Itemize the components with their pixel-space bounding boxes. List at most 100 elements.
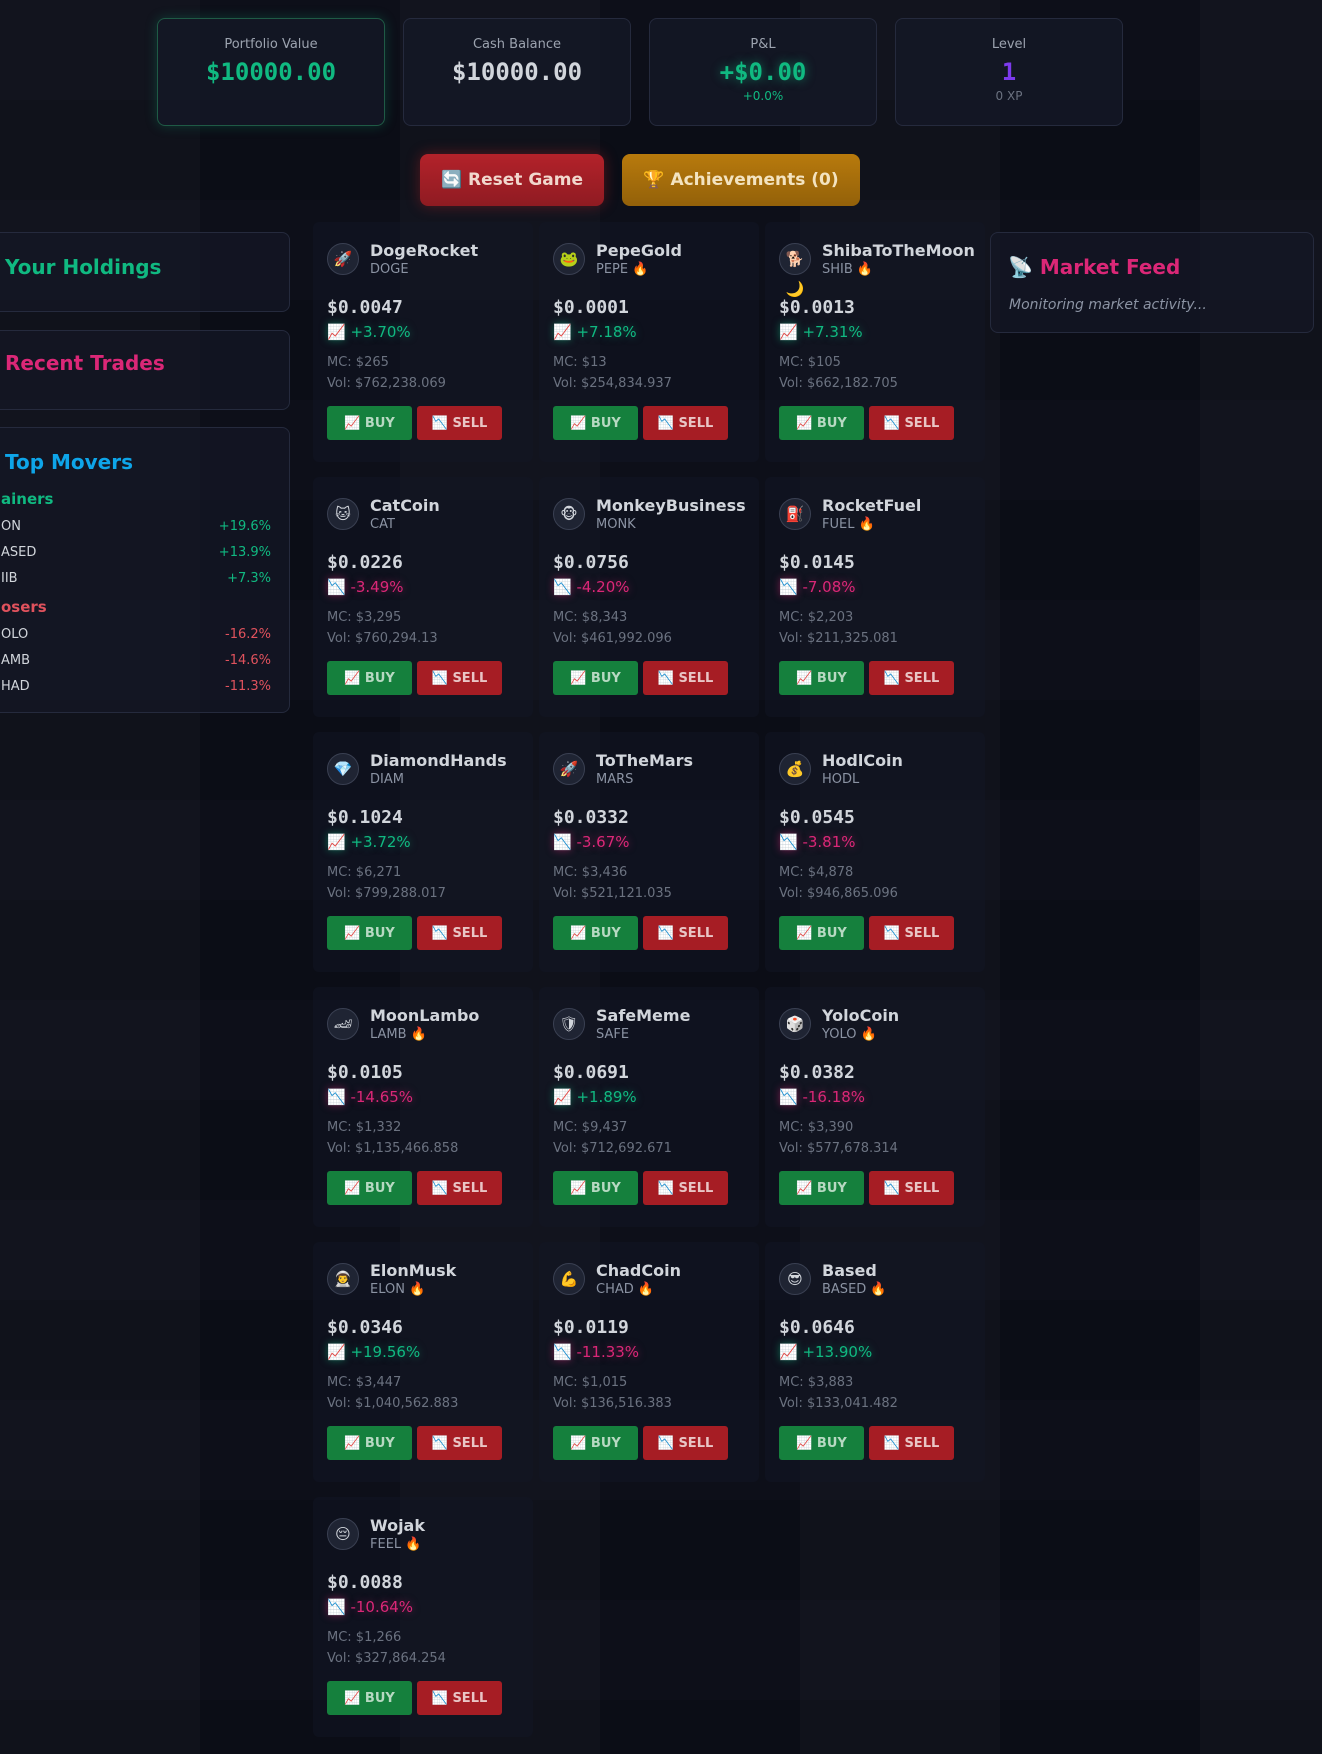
- stat-pnl: P&L +$0.00 +0.0%: [649, 18, 877, 126]
- coin-change: 📈 +7.18%: [553, 323, 637, 341]
- coin-change: 📈 +7.31%: [779, 323, 863, 341]
- coin-price: $0.0756: [553, 552, 629, 573]
- coin-volume: Vol: $946,865.096: [779, 886, 898, 901]
- coin-volume: Vol: $762,238.069: [327, 376, 446, 391]
- coin-volume: Vol: $521,121.035: [553, 886, 672, 901]
- buy-button[interactable]: 📈 BUY: [779, 1171, 864, 1205]
- buy-button[interactable]: 📈 BUY: [327, 1681, 412, 1715]
- buy-button[interactable]: 📈 BUY: [327, 916, 412, 950]
- mover-percent: +19.6%: [218, 519, 271, 534]
- buy-button[interactable]: 📈 BUY: [779, 1426, 864, 1460]
- coin-change: 📉 -11.33%: [553, 1343, 640, 1361]
- coin-card: ⛽ RocketFuel FUEL 🔥 $0.0145 📉 -7.08% MC: $2,2…: [765, 477, 985, 717]
- pnl-percent: +0.0%: [742, 89, 784, 103]
- monkey-icon: 🐵: [553, 498, 585, 530]
- sell-button[interactable]: 📉 SELL: [869, 406, 954, 440]
- coin-change: 📈 +3.72%: [327, 833, 411, 851]
- sell-button[interactable]: 📉 SELL: [643, 916, 728, 950]
- coin-symbol: CHAD 🔥: [596, 1282, 655, 1297]
- mover-percent: -14.6%: [225, 653, 271, 668]
- sell-button[interactable]: 📉 SELL: [417, 916, 502, 950]
- diamond-icon: 💎: [327, 753, 359, 785]
- coin-symbol: LAMB 🔥: [370, 1027, 427, 1042]
- sell-button[interactable]: 📉 SELL: [643, 1426, 728, 1460]
- sell-button[interactable]: 📉 SELL: [643, 1171, 728, 1205]
- sell-button[interactable]: 📉 SELL: [417, 1681, 502, 1715]
- coin-card: 🐵 MonkeyBusiness MONK $0.0756 📉 -4.20% MC: $8…: [539, 477, 759, 717]
- buy-button[interactable]: 📈 BUY: [779, 406, 864, 440]
- coin-market-cap: MC: $3,447: [327, 1375, 402, 1390]
- coin-change: 📈 +13.90%: [779, 1343, 873, 1361]
- coin-name: YoloCoin: [822, 1006, 900, 1025]
- buy-button[interactable]: 📈 BUY: [327, 1171, 412, 1205]
- coin-symbol: ELON 🔥: [370, 1282, 426, 1297]
- buy-button[interactable]: 📈 BUY: [327, 1426, 412, 1460]
- coin-price: $0.0332: [553, 807, 629, 828]
- buy-button[interactable]: 📈 BUY: [553, 1171, 638, 1205]
- buy-button[interactable]: 📈 BUY: [553, 1426, 638, 1460]
- achievements-button[interactable]: 🏆 Achievements (0): [622, 154, 860, 206]
- market-feed-panel: 📡 Market Feed Monitoring market activity…: [990, 232, 1314, 333]
- coin-price: $0.0088: [327, 1572, 403, 1593]
- coin-symbol: PEPE 🔥: [596, 262, 649, 277]
- mover-percent: +7.3%: [227, 571, 271, 586]
- coin-symbol: MARS: [596, 772, 634, 787]
- coin-symbol: DIAM: [370, 772, 404, 787]
- coin-card: 💪 ChadCoin CHAD 🔥 $0.0119 📉 -11.33% MC: $1,01…: [539, 1242, 759, 1482]
- frog-icon: 🐸: [553, 243, 585, 275]
- buy-button[interactable]: 📈 BUY: [327, 406, 412, 440]
- holdings-panel: Your Holdings: [0, 232, 290, 312]
- car-icon: 🏎: [327, 1008, 359, 1040]
- coin-price: $0.0013: [779, 297, 855, 318]
- level-value: 1: [1001, 58, 1017, 86]
- sell-button[interactable]: 📉 SELL: [417, 406, 502, 440]
- reset-game-button[interactable]: 🔄 Reset Game: [420, 154, 604, 206]
- sell-button[interactable]: 📉 SELL: [417, 1426, 502, 1460]
- sell-button[interactable]: 📉 SELL: [869, 1426, 954, 1460]
- buy-button[interactable]: 📈 BUY: [327, 661, 412, 695]
- coin-volume: Vol: $136,516.383: [553, 1396, 672, 1411]
- stat-label: P&L: [750, 37, 776, 52]
- coin-market-cap: MC: $1,266: [327, 1630, 402, 1645]
- sell-button[interactable]: 📉 SELL: [869, 1171, 954, 1205]
- coin-change: 📈 +1.89%: [553, 1088, 637, 1106]
- sell-button[interactable]: 📉 SELL: [643, 406, 728, 440]
- buy-button[interactable]: 📈 BUY: [553, 661, 638, 695]
- mover-symbol: IIB: [1, 571, 18, 586]
- coin-price: $0.0382: [779, 1062, 855, 1083]
- mover-symbol: ON: [1, 519, 21, 534]
- coin-market-cap: MC: $3,436: [553, 865, 628, 880]
- coin-card: 🚀 DogeRocket DOGE $0.0047 📈 +3.70% MC: $265 Vo…: [313, 222, 533, 462]
- sell-button[interactable]: 📉 SELL: [417, 1171, 502, 1205]
- coin-symbol: MONK: [596, 517, 636, 532]
- sell-button[interactable]: 📉 SELL: [869, 916, 954, 950]
- coin-price: $0.0646: [779, 1317, 855, 1338]
- mover-symbol: HAD: [1, 679, 30, 694]
- buy-button[interactable]: 📈 BUY: [553, 406, 638, 440]
- coin-market-cap: MC: $265: [327, 355, 389, 370]
- losers-heading: osers: [1, 598, 47, 616]
- astronaut-icon: 👨‍🚀: [327, 1263, 359, 1295]
- sell-button[interactable]: 📉 SELL: [643, 661, 728, 695]
- coin-symbol: CAT: [370, 517, 395, 532]
- stat-portfolio-value: Portfolio Value $10000.00: [157, 18, 385, 126]
- coin-change: 📉 -3.67%: [553, 833, 630, 851]
- coin-price: $0.0047: [327, 297, 403, 318]
- mover-row: ASED +13.9%: [1, 545, 271, 563]
- coin-price: $0.0105: [327, 1062, 403, 1083]
- top-movers-title: Top Movers: [5, 450, 134, 474]
- coin-change: 📈 +3.70%: [327, 323, 411, 341]
- stat-label: Level: [991, 37, 1027, 52]
- coin-name: ElonMusk: [370, 1261, 457, 1280]
- coin-price: $0.0545: [779, 807, 855, 828]
- coin-volume: Vol: $211,325.081: [779, 631, 898, 646]
- coin-volume: Vol: $1,135,466.858: [327, 1141, 459, 1156]
- buy-button[interactable]: 📈 BUY: [779, 661, 864, 695]
- buy-button[interactable]: 📈 BUY: [553, 916, 638, 950]
- sell-button[interactable]: 📉 SELL: [869, 661, 954, 695]
- coin-market-cap: MC: $3,883: [779, 1375, 854, 1390]
- money-bag-icon: 💰: [779, 753, 811, 785]
- coin-card: 👨‍🚀 ElonMusk ELON 🔥 $0.0346 📈 +19.56% MC: $3,…: [313, 1242, 533, 1482]
- buy-button[interactable]: 📈 BUY: [779, 916, 864, 950]
- sell-button[interactable]: 📉 SELL: [417, 661, 502, 695]
